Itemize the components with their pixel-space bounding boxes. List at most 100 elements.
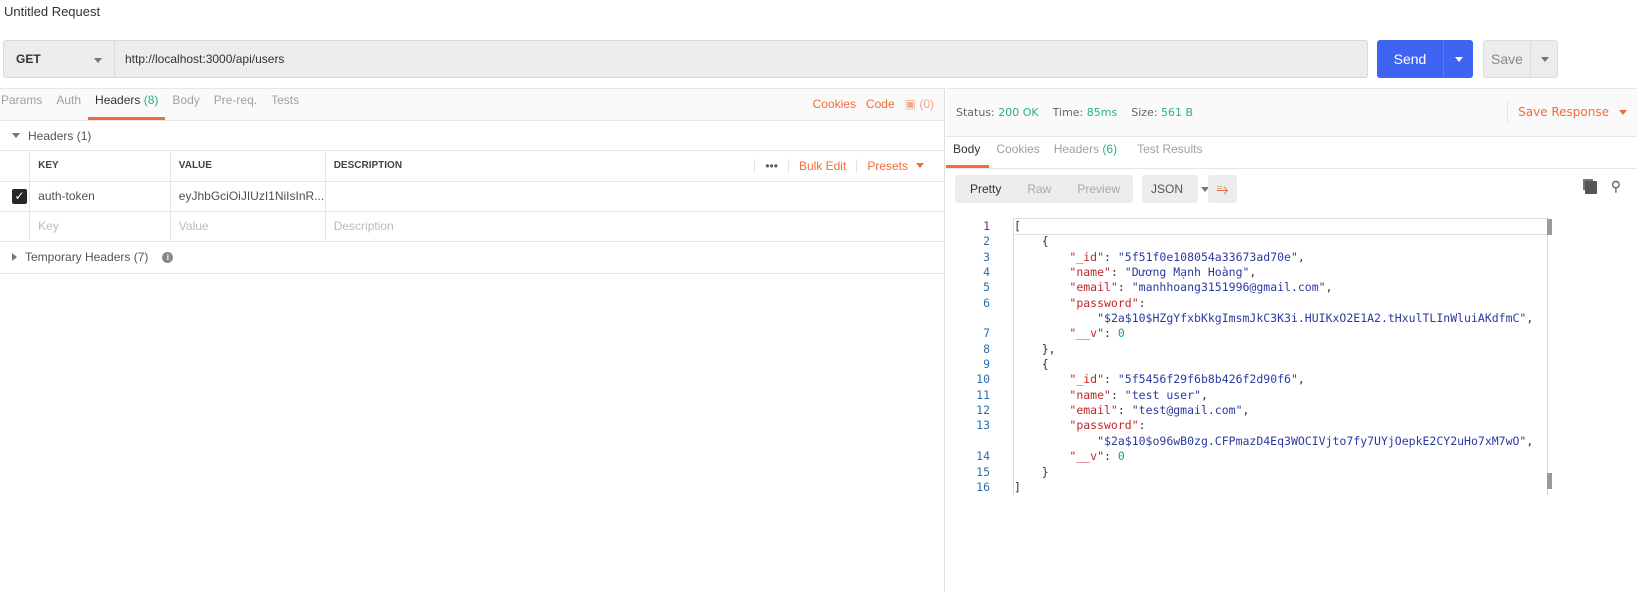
new-value-input[interactable]: Value [170, 211, 326, 242]
line-number: 12 [976, 403, 990, 418]
method-select[interactable]: GET [4, 41, 115, 77]
json-punctuation [1014, 311, 1097, 325]
temporary-headers-toggle[interactable]: Temporary Headers (7) i [0, 242, 944, 274]
line-number: 10 [976, 372, 990, 387]
json-punctuation: { [1014, 357, 1049, 372]
header-description[interactable] [325, 181, 944, 212]
json-punctuation [1014, 388, 1069, 402]
tab-pre-request[interactable]: Pre-req. [207, 93, 264, 120]
comments-button[interactable]: ▣ (0) [905, 97, 934, 111]
code-link[interactable]: Code [866, 97, 895, 111]
tab-auth[interactable]: Auth [49, 93, 88, 120]
tab-body[interactable]: Body [165, 93, 206, 120]
size-value: 561 B [1161, 106, 1194, 119]
json-punctuation: , [1249, 265, 1257, 280]
url-input[interactable]: http://localhost:3000/api/users [115, 41, 1367, 77]
chevron-down-icon [916, 163, 924, 169]
line-number: 7 [983, 326, 990, 341]
json-punctuation [1014, 280, 1069, 294]
tab-response-cookies[interactable]: Cookies [989, 142, 1046, 168]
info-icon[interactable]: i [162, 251, 174, 263]
cookies-link[interactable]: Cookies [813, 97, 856, 111]
scrollbar-marker-top[interactable] [1547, 219, 1552, 235]
code-line: "password": [1014, 418, 1547, 433]
header-enabled-checkbox[interactable]: ✓ [12, 188, 27, 204]
line-number: 3 [983, 249, 990, 264]
search-icon[interactable]: ⚲ [1611, 178, 1621, 195]
tab-response-body[interactable]: Body [946, 142, 990, 168]
column-description: DESCRIPTION [325, 151, 403, 182]
code-lines: [ { "_id": "5f51f0e108054a33673ad70e", "… [1013, 217, 1548, 496]
json-key: "email" [1069, 403, 1118, 418]
table-row: ✓ auth-token eyJhbGciOiJIUzI1NiIsInR... [0, 181, 944, 212]
tab-response-headers[interactable]: Headers (6) [1047, 142, 1124, 168]
tab-params[interactable]: Params [0, 93, 49, 120]
line-number: 9 [983, 357, 990, 372]
code-line: "_id": "5f51f0e108054a33673ad70e", [1014, 250, 1547, 265]
json-punctuation: , [1325, 280, 1333, 295]
response-tabs: Body Cookies Headers (6) Test Results [946, 137, 1637, 169]
header-value[interactable]: eyJhbGciOiJIUzI1NiIsInR... [170, 181, 326, 212]
tab-headers[interactable]: Headers (8) [88, 93, 166, 120]
line-number: 2 [983, 234, 990, 249]
json-punctuation: : [1110, 265, 1125, 280]
code-line: "name": "Dương Mạnh Hoàng", [1014, 265, 1547, 280]
save-options-chevron-icon[interactable] [1541, 56, 1549, 62]
view-raw[interactable]: Raw [1014, 182, 1064, 196]
more-options-button[interactable]: ••• [754, 158, 788, 173]
wrap-lines-button[interactable]: ⥱ [1208, 175, 1238, 203]
json-key: "__v" [1069, 326, 1105, 341]
json-string: "$2a$10$o96wB0zg.CFPmazD4Eq3WOCIVjto7fy7… [1097, 433, 1527, 448]
json-punctuation: : [1104, 326, 1118, 341]
header-key[interactable]: auth-token [29, 181, 171, 212]
save-response-button[interactable]: Save Response [1507, 101, 1637, 123]
line-number: 14 [976, 449, 990, 464]
line-number: 11 [976, 387, 990, 402]
headers-section-toggle[interactable]: Headers (1) [0, 121, 944, 151]
line-number: 5 [983, 280, 990, 295]
format-label: JSON [1151, 182, 1184, 196]
json-punctuation: [ [1014, 219, 1021, 233]
json-punctuation [1014, 449, 1069, 463]
tab-tests[interactable]: Tests [264, 93, 306, 120]
comment-icon: ▣ [904, 97, 916, 111]
json-punctuation: : [1138, 295, 1146, 310]
new-description-input[interactable]: Description [325, 211, 944, 242]
json-key: "_id" [1069, 249, 1105, 264]
send-button[interactable]: Send [1377, 40, 1473, 78]
code-line: "$2a$10$o96wB0zg.CFPmazD4Eq3WOCIVjto7fy7… [1014, 434, 1547, 449]
code-line: }, [1014, 342, 1547, 357]
scrollbar-marker-bottom[interactable] [1547, 473, 1552, 489]
request-tabs: Params Auth Headers (8) Body Pre-req. Te… [0, 89, 944, 121]
json-punctuation [1014, 403, 1069, 417]
view-preview[interactable]: Preview [1064, 182, 1133, 196]
bulk-edit-button[interactable]: Bulk Edit [787, 158, 856, 173]
code-line: "_id": "5f5456f29f6b8b426f2d90f6", [1014, 372, 1547, 387]
presets-button[interactable]: Presets [856, 158, 944, 173]
save-button[interactable]: Save [1483, 40, 1558, 78]
code-line: "email": "test@gmail.com", [1014, 403, 1547, 418]
copy-icon[interactable] [1584, 181, 1597, 194]
headers-count: (8) [143, 93, 159, 107]
wrap-icon: ⥱ [1216, 180, 1229, 198]
tab-test-results[interactable]: Test Results [1130, 142, 1209, 168]
view-pretty[interactable]: Pretty [955, 182, 1014, 196]
size-label: Size: [1131, 106, 1158, 119]
code-line: "__v": 0 [1014, 326, 1547, 341]
body-toolbar: Pretty Raw Preview JSON ⥱ ⚲ [946, 169, 1637, 209]
line-number: 8 [983, 341, 990, 356]
format-select[interactable]: JSON [1142, 175, 1210, 203]
code-line: "password": [1014, 296, 1547, 311]
new-key-input[interactable]: Key [29, 211, 171, 242]
line-number: 6 [983, 295, 990, 310]
headers-table: KEY VALUE DESCRIPTION ••• Bulk Edit Pres… [0, 151, 944, 242]
window-title: Untitled Request [4, 4, 101, 19]
save-response-label: Save Response [1518, 105, 1609, 119]
tab-label: Headers [1053, 142, 1100, 156]
request-bar: GET http://localhost:3000/api/users [3, 40, 1368, 78]
line-numbers: 123456 7 8 9 10 11 12 13 14 15 16 [946, 219, 990, 495]
send-label: Send [1393, 51, 1427, 67]
divider [1443, 40, 1444, 78]
send-options-chevron-icon[interactable] [1455, 56, 1463, 62]
code-line: "email": "manhhoang3151996@gmail.com", [1014, 280, 1547, 295]
